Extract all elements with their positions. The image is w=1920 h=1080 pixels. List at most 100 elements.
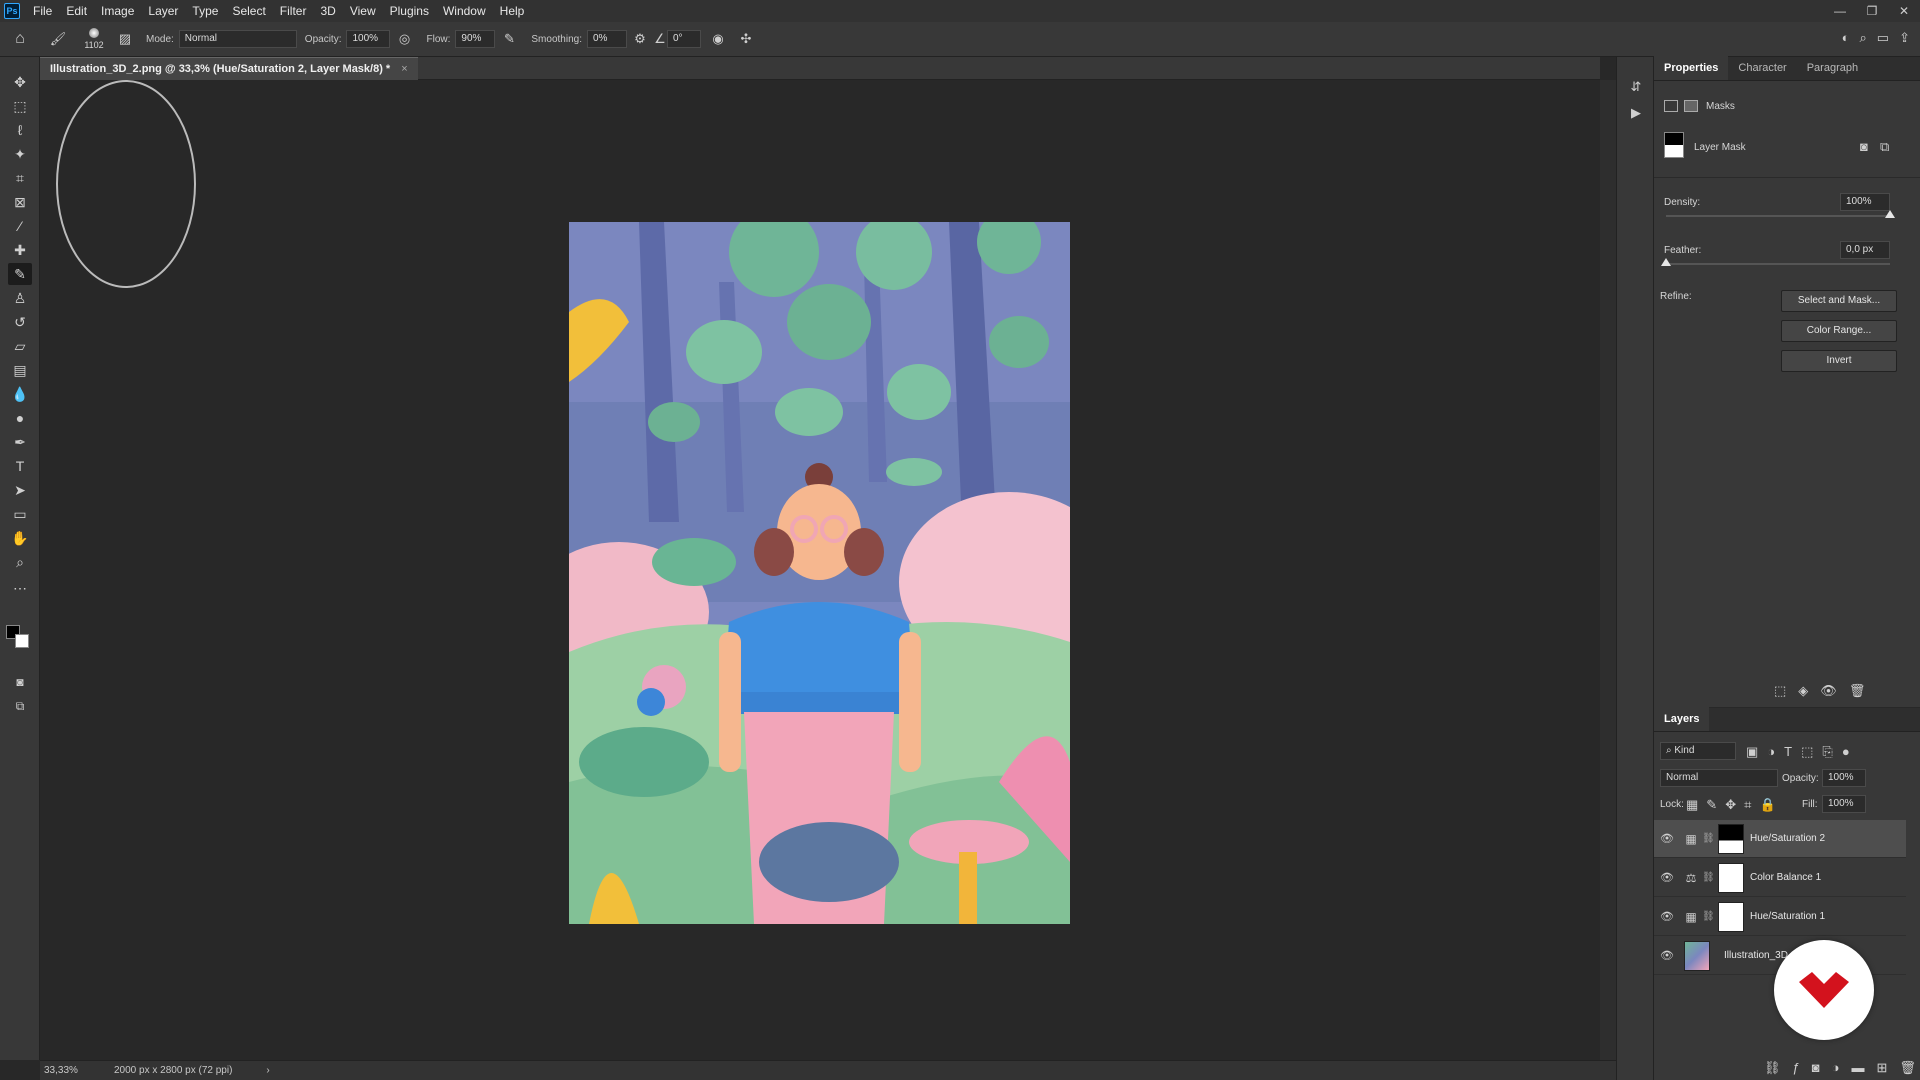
color-range-button[interactable]: Color Range... bbox=[1781, 320, 1897, 342]
marquee-tool-icon[interactable]: ⬚ bbox=[8, 95, 32, 117]
menu-type[interactable]: Type bbox=[185, 0, 225, 22]
frame-tool-icon[interactable]: ⊠ bbox=[8, 191, 32, 213]
flow-input[interactable]: 90% bbox=[455, 30, 496, 48]
feather-slider-track[interactable] bbox=[1666, 263, 1890, 265]
density-input[interactable]: 100% bbox=[1840, 193, 1890, 211]
gradient-tool-icon[interactable]: ▤ bbox=[8, 359, 32, 381]
lock-pixels-icon[interactable]: ✎ bbox=[1706, 797, 1717, 813]
crop-tool-icon[interactable]: ⌗ bbox=[8, 167, 32, 189]
lock-all-icon[interactable]: 🔒 bbox=[1759, 797, 1775, 813]
kind-filter-select[interactable]: ⌕ Kind bbox=[1660, 742, 1736, 760]
link-icon[interactable]: ⛓ bbox=[1702, 833, 1715, 844]
blur-tool-icon[interactable]: 💧 bbox=[8, 383, 32, 405]
filter-adjustment-icon[interactable]: ◑ bbox=[1767, 744, 1775, 760]
home-icon[interactable]: ⌂ bbox=[0, 30, 40, 48]
workspace-icon[interactable]: ▭ bbox=[1877, 30, 1889, 46]
menu-plugins[interactable]: Plugins bbox=[383, 0, 436, 22]
mode-select[interactable]: Normal bbox=[178, 30, 297, 48]
path-selection-tool-icon[interactable]: ➤ bbox=[8, 479, 32, 501]
eye-icon[interactable]: 👁 bbox=[1654, 871, 1680, 884]
lasso-tool-icon[interactable]: ℓ bbox=[8, 119, 32, 141]
eyedropper-tool-icon[interactable]: ⁄ bbox=[8, 215, 32, 237]
menu-filter[interactable]: Filter bbox=[273, 0, 314, 22]
more-tools-icon[interactable]: ⋯ bbox=[8, 577, 32, 599]
menu-image[interactable]: Image bbox=[94, 0, 141, 22]
background-color-swatch[interactable] bbox=[15, 634, 29, 648]
menu-file[interactable]: File bbox=[26, 0, 59, 22]
lock-transparency-icon[interactable]: ▦ bbox=[1686, 797, 1698, 813]
brush-settings-icon[interactable]: ▨ bbox=[112, 31, 138, 47]
layer-opacity-input[interactable]: 100% bbox=[1822, 769, 1866, 787]
share-icon[interactable]: ◐ bbox=[1842, 30, 1850, 46]
menu-view[interactable]: View bbox=[343, 0, 383, 22]
load-selection-icon[interactable]: ⬚ bbox=[1774, 683, 1786, 699]
move-tool-icon[interactable]: ✥ bbox=[8, 71, 32, 93]
density-slider-track[interactable] bbox=[1666, 215, 1890, 217]
lock-artboard-icon[interactable]: ⌗ bbox=[1744, 797, 1751, 813]
menu-select[interactable]: Select bbox=[225, 0, 272, 22]
tab-properties[interactable]: Properties bbox=[1654, 56, 1729, 80]
tab-paragraph[interactable]: Paragraph bbox=[1797, 56, 1868, 80]
dodge-tool-icon[interactable]: ● bbox=[8, 407, 32, 429]
link-icon[interactable]: ⛓ bbox=[1702, 872, 1715, 883]
new-group-icon[interactable]: ▬ bbox=[1851, 1060, 1864, 1076]
rectangle-tool-icon[interactable]: ▭ bbox=[8, 503, 32, 525]
pressure-opacity-icon[interactable]: ◎ bbox=[390, 31, 418, 47]
layer-row[interactable]: 👁 ▦ ⛓ Hue/Saturation 1 bbox=[1654, 898, 1906, 936]
menu-3d[interactable]: 3D bbox=[313, 0, 342, 22]
actions-panel-icon[interactable]: ▶ bbox=[1625, 105, 1647, 121]
fill-input[interactable]: 100% bbox=[1822, 795, 1866, 813]
vector-mask-icon[interactable] bbox=[1684, 100, 1698, 112]
healing-brush-tool-icon[interactable]: ✚ bbox=[8, 239, 32, 261]
menu-layer[interactable]: Layer bbox=[141, 0, 185, 22]
layer-mask-thumb[interactable] bbox=[1718, 862, 1744, 893]
brush-preset-icon[interactable]: 🖌 bbox=[40, 31, 76, 47]
layer-row[interactable]: 👁 ⚖ ⛓ Color Balance 1 bbox=[1654, 859, 1906, 897]
feather-slider-thumb[interactable] bbox=[1661, 258, 1671, 266]
apply-mask-icon[interactable]: ◈ bbox=[1798, 683, 1808, 699]
blend-mode-select[interactable]: Normal bbox=[1660, 769, 1778, 787]
opacity-input[interactable]: 100% bbox=[346, 30, 391, 48]
menu-help[interactable]: Help bbox=[493, 0, 532, 22]
filter-type-icon[interactable]: T bbox=[1784, 744, 1792, 760]
eye-icon[interactable]: 👁 bbox=[1654, 832, 1680, 845]
layer-style-icon[interactable]: ƒ bbox=[1793, 1060, 1800, 1076]
minimize-button[interactable]: — bbox=[1824, 0, 1856, 22]
invert-button[interactable]: Invert bbox=[1781, 350, 1897, 372]
tab-character[interactable]: Character bbox=[1728, 56, 1796, 80]
history-brush-tool-icon[interactable]: ↺ bbox=[8, 311, 32, 333]
brush-size-picker[interactable]: 1102 bbox=[76, 27, 112, 51]
filter-shape-icon[interactable]: ⬚ bbox=[1801, 744, 1813, 760]
symmetry-icon[interactable]: ✣ bbox=[735, 31, 757, 47]
close-window-button[interactable]: ✕ bbox=[1888, 0, 1920, 22]
eye-icon[interactable]: 👁 bbox=[1654, 910, 1680, 923]
link-layers-icon[interactable]: ⛓ bbox=[1764, 1060, 1781, 1076]
feather-input[interactable]: 0,0 px bbox=[1840, 241, 1890, 259]
smoothing-input[interactable]: 0% bbox=[586, 30, 627, 48]
pen-tool-icon[interactable]: ✒ bbox=[8, 431, 32, 453]
select-pixel-mask-icon[interactable]: ◙ bbox=[1860, 139, 1868, 154]
canvas-artwork[interactable] bbox=[569, 222, 1070, 924]
screen-mode-icon[interactable]: ⧉ bbox=[8, 695, 32, 717]
quick-mask-icon[interactable]: ◙ bbox=[8, 671, 32, 693]
filter-pixel-icon[interactable]: ▣ bbox=[1746, 744, 1758, 760]
type-tool-icon[interactable]: T bbox=[8, 455, 32, 477]
clone-stamp-tool-icon[interactable]: ♙ bbox=[8, 287, 32, 309]
density-slider-thumb[interactable] bbox=[1885, 210, 1895, 218]
filter-toggle-icon[interactable]: ● bbox=[1842, 744, 1850, 760]
layer-mask-thumb[interactable] bbox=[1718, 823, 1744, 854]
new-layer-icon[interactable]: ⊞ bbox=[1876, 1060, 1887, 1076]
menu-window[interactable]: Window bbox=[436, 0, 493, 22]
history-panel-icon[interactable]: ⇵ bbox=[1625, 79, 1647, 95]
export-icon[interactable]: ⇪ bbox=[1899, 30, 1910, 46]
vertical-scrollbar[interactable] bbox=[1600, 80, 1616, 1060]
layer-row[interactable]: 👁 ▦ ⛓ Hue/Saturation 2 bbox=[1654, 820, 1906, 858]
eye-icon[interactable]: 👁 bbox=[1654, 949, 1680, 962]
brush-tool-icon[interactable]: ✎ bbox=[8, 263, 32, 285]
status-arrow-icon[interactable]: › bbox=[266, 1065, 269, 1076]
add-mask-icon[interactable]: ◙ bbox=[1812, 1060, 1820, 1076]
close-tab-icon[interactable]: × bbox=[401, 63, 407, 75]
delete-layer-icon[interactable]: 🗑 bbox=[1899, 1060, 1916, 1076]
restore-button[interactable]: ❐ bbox=[1856, 0, 1888, 22]
menu-edit[interactable]: Edit bbox=[59, 0, 94, 22]
